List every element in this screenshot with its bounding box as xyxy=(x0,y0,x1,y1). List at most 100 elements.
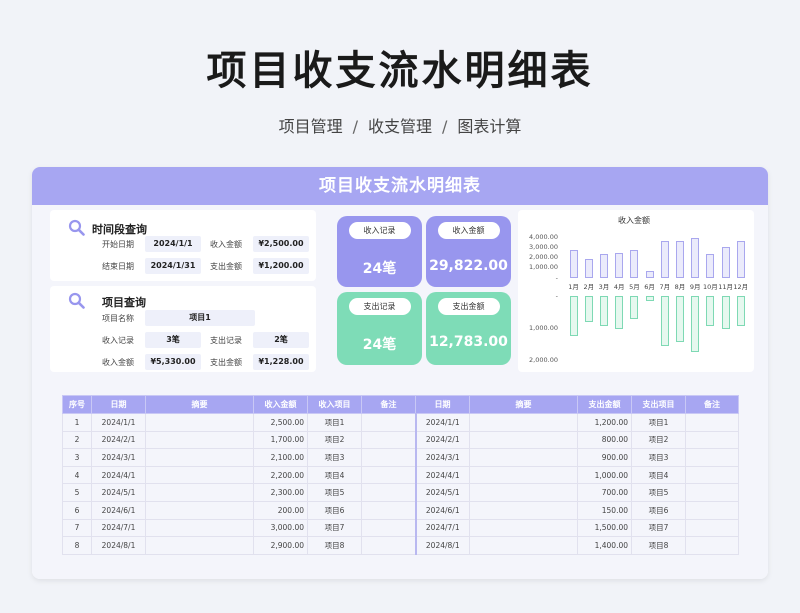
end-date-field[interactable]: 2024/1/31 xyxy=(145,258,201,274)
table-cell[interactable] xyxy=(145,483,254,502)
table-cell[interactable]: 2024/2/1 xyxy=(91,430,146,450)
table-cell[interactable]: 2024/6/1 xyxy=(91,500,146,520)
table-cell[interactable]: 1,000.00 xyxy=(577,465,632,485)
table-cell[interactable]: 3 xyxy=(62,448,92,467)
table-cell[interactable]: 7 xyxy=(62,518,92,538)
table-cell[interactable]: 900.00 xyxy=(577,448,632,467)
table-cell[interactable]: 项目6 xyxy=(631,500,686,520)
table-cell[interactable]: 项目3 xyxy=(307,448,362,467)
table-row[interactable]: 7 2024/7/1 3,000.00 项目7 2024/7/1 1,500.00 项目7 xyxy=(62,518,739,538)
col-header[interactable]: 收入项目 xyxy=(307,395,362,414)
table-row[interactable]: 8 2024/8/1 2,900.00 项目8 2024/8/1 1,400.00 项目8 xyxy=(62,536,739,555)
table-cell[interactable] xyxy=(361,500,417,520)
table-row[interactable]: 4 2024/4/1 2,200.00 项目4 2024/4/1 1,000.00 项目4 xyxy=(62,465,739,485)
table-cell[interactable] xyxy=(145,465,254,485)
table-cell[interactable]: 2024/3/1 xyxy=(91,448,146,467)
table-cell[interactable]: 2024/5/1 xyxy=(91,483,146,502)
col-header[interactable]: 日期 xyxy=(91,395,146,414)
table-cell[interactable] xyxy=(469,500,578,520)
table-cell[interactable]: 2,300.00 xyxy=(253,483,308,502)
breadcrumb-item[interactable]: 项目管理 xyxy=(279,117,343,136)
table-row[interactable]: 5 2024/5/1 2,300.00 项目5 2024/5/1 700.00 项目5 xyxy=(62,483,739,502)
table-cell[interactable]: 项目1 xyxy=(307,413,362,432)
table-cell[interactable] xyxy=(685,465,739,485)
table-cell[interactable] xyxy=(145,500,254,520)
col-header[interactable]: 备注 xyxy=(685,395,739,414)
table-cell[interactable]: 1,500.00 xyxy=(577,518,632,538)
table-cell[interactable] xyxy=(685,430,739,450)
table-row[interactable]: 3 2024/3/1 2,100.00 项目3 2024/3/1 900.00 项目3 xyxy=(62,448,739,467)
table-cell[interactable]: 1,400.00 xyxy=(577,536,632,555)
table-cell[interactable]: 2024/8/1 xyxy=(415,536,470,555)
table-cell[interactable] xyxy=(685,413,739,432)
table-cell[interactable] xyxy=(361,536,417,555)
table-cell[interactable] xyxy=(361,430,417,450)
breadcrumb-item[interactable]: 收支管理 xyxy=(368,117,432,136)
table-cell[interactable]: 项目4 xyxy=(631,465,686,485)
table-row[interactable]: 2 2024/2/1 1,700.00 项目2 2024/2/1 800.00 项目2 xyxy=(62,430,739,450)
table-cell[interactable]: 150.00 xyxy=(577,500,632,520)
table-cell[interactable]: 2 xyxy=(62,430,92,450)
table-cell[interactable]: 2,100.00 xyxy=(253,448,308,467)
table-cell[interactable]: 6 xyxy=(62,500,92,520)
table-cell[interactable] xyxy=(361,448,417,467)
table-cell[interactable] xyxy=(469,518,578,538)
col-header[interactable]: 收入金额 xyxy=(253,395,308,414)
table-cell[interactable] xyxy=(145,518,254,538)
table-cell[interactable]: 8 xyxy=(62,536,92,555)
table-cell[interactable]: 项目6 xyxy=(307,500,362,520)
table-cell[interactable]: 2024/2/1 xyxy=(415,430,470,450)
col-header[interactable]: 支出项目 xyxy=(631,395,686,414)
table-cell[interactable] xyxy=(469,448,578,467)
table-cell[interactable]: 项目8 xyxy=(307,536,362,555)
table-cell[interactable]: 项目1 xyxy=(631,413,686,432)
table-cell[interactable] xyxy=(685,518,739,538)
col-header[interactable]: 备注 xyxy=(361,395,416,414)
table-cell[interactable]: 2024/5/1 xyxy=(415,483,470,502)
table-cell[interactable] xyxy=(685,500,739,520)
table-cell[interactable] xyxy=(469,413,578,432)
table-cell[interactable]: 2024/8/1 xyxy=(91,536,146,555)
col-header[interactable]: 摘要 xyxy=(145,395,254,414)
table-cell[interactable]: 项目5 xyxy=(631,483,686,502)
table-cell[interactable]: 2024/7/1 xyxy=(91,518,146,538)
table-cell[interactable] xyxy=(469,483,578,502)
table-cell[interactable] xyxy=(145,430,254,450)
table-cell[interactable]: 4 xyxy=(62,465,92,485)
col-header[interactable]: 日期 xyxy=(415,395,470,414)
start-date-field[interactable]: 2024/1/1 xyxy=(145,236,201,252)
table-row[interactable]: 6 2024/6/1 200.00 项目6 2024/6/1 150.00 项目6 xyxy=(62,500,739,520)
table-cell[interactable]: 2024/4/1 xyxy=(415,465,470,485)
table-cell[interactable]: 项目2 xyxy=(307,430,362,450)
table-cell[interactable]: 项目2 xyxy=(631,430,686,450)
table-cell[interactable]: 1,200.00 xyxy=(577,413,632,432)
table-row[interactable]: 1 2024/1/1 2,500.00 项目1 2024/1/1 1,200.00 项目1 xyxy=(62,413,739,432)
table-cell[interactable]: 800.00 xyxy=(577,430,632,450)
table-cell[interactable] xyxy=(361,465,417,485)
table-cell[interactable]: 项目4 xyxy=(307,465,362,485)
table-cell[interactable] xyxy=(469,536,578,555)
table-cell[interactable]: 700.00 xyxy=(577,483,632,502)
table-cell[interactable]: 项目5 xyxy=(307,483,362,502)
table-cell[interactable]: 1,700.00 xyxy=(253,430,308,450)
table-cell[interactable]: 2024/3/1 xyxy=(415,448,470,467)
table-cell[interactable] xyxy=(361,413,417,432)
table-cell[interactable]: 200.00 xyxy=(253,500,308,520)
col-header[interactable]: 序号 xyxy=(62,395,92,414)
table-cell[interactable]: 5 xyxy=(62,483,92,502)
col-header[interactable]: 支出金额 xyxy=(577,395,632,414)
table-cell[interactable]: 项目3 xyxy=(631,448,686,467)
table-cell[interactable] xyxy=(685,448,739,467)
table-cell[interactable] xyxy=(361,518,417,538)
table-cell[interactable] xyxy=(685,483,739,502)
table-cell[interactable] xyxy=(361,483,417,502)
table-cell[interactable]: 2,500.00 xyxy=(253,413,308,432)
table-cell[interactable] xyxy=(145,448,254,467)
project-name-field[interactable]: 项目1 xyxy=(145,310,255,326)
table-cell[interactable]: 项目7 xyxy=(631,518,686,538)
table-cell[interactable]: 2,200.00 xyxy=(253,465,308,485)
table-cell[interactable]: 项目8 xyxy=(631,536,686,555)
table-cell[interactable]: 2,900.00 xyxy=(253,536,308,555)
table-cell[interactable]: 1 xyxy=(62,413,92,432)
col-header[interactable]: 摘要 xyxy=(469,395,578,414)
